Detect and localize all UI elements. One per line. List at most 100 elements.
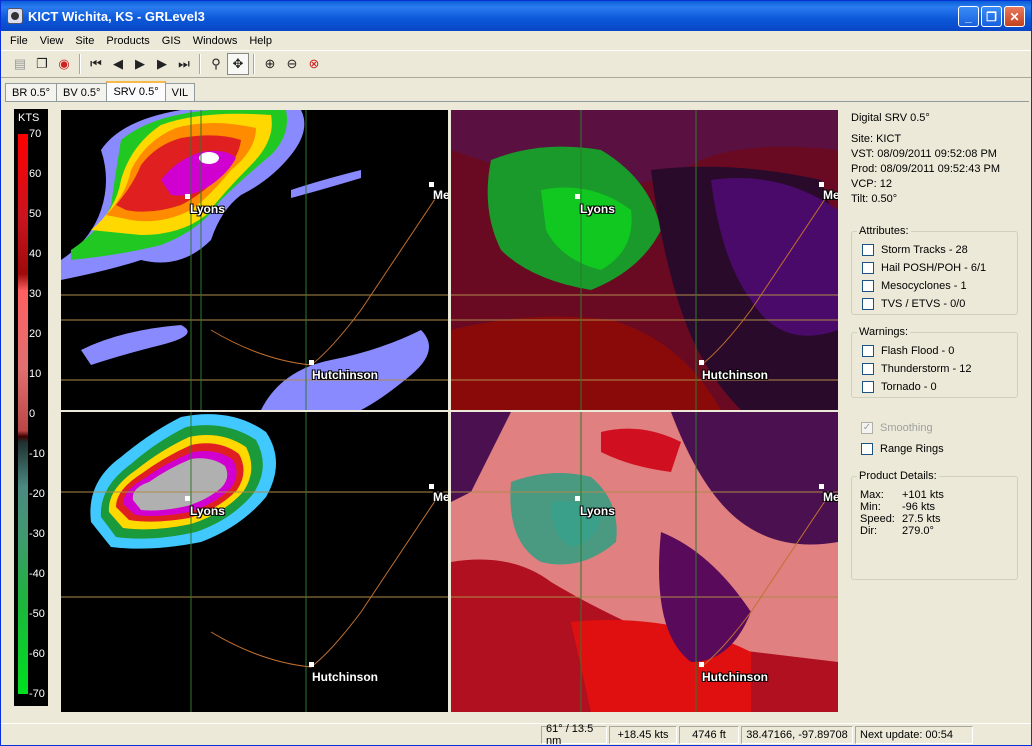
detail-speed: Speed: 27.5 kts [860, 513, 941, 525]
legend-tick: -60 [29, 648, 45, 660]
city-label-lyons: Lyons [580, 504, 615, 518]
tab-vil[interactable]: VIL [164, 83, 196, 101]
main-content: KTS 70 60 50 40 30 20 10 0 -10 -20 -30 -40 -50 -60 -70 [5, 101, 1029, 721]
hail-checkbox[interactable]: Hail POSH/POH - 6/1 [852, 259, 1017, 277]
city-label-hutchinson: Hutchinson [312, 368, 378, 382]
warnings-title: Warnings: [857, 326, 911, 338]
city-label-hutchinson: Hutchinson [702, 670, 768, 684]
checkbox-box[interactable] [861, 443, 873, 455]
tornado-checkbox[interactable]: Tornado - 0 [852, 378, 1017, 396]
city-label-lyons: Lyons [190, 504, 225, 518]
lyons-marker [185, 194, 190, 199]
detail-min: Min: -96 kts [860, 501, 936, 513]
menu-bar: File View Site Products GIS Windows Help [1, 31, 1031, 50]
info-tilt: Tilt: 0.50° [851, 193, 898, 205]
detail-max: Max: +101 kts [860, 489, 944, 501]
info-vcp: VCP: 12 [851, 178, 892, 190]
attributes-group: Attributes: Storm Tracks - 28 Hail POSH/… [851, 225, 1018, 315]
maximize-button[interactable]: ❐ [981, 6, 1002, 27]
tornado-label: Tornado - 0 [881, 381, 937, 393]
checkbox-box[interactable] [862, 244, 874, 256]
legend-tick: 50 [29, 208, 42, 220]
checkbox-box[interactable] [862, 381, 874, 393]
title-bar[interactable]: KICT Wichita, KS - GRLevel3 _ ❐ ✕ [1, 1, 1031, 31]
print-icon[interactable]: ▤ [9, 53, 31, 75]
menu-gis[interactable]: GIS [156, 35, 187, 47]
step-back-icon[interactable]: ◀ [107, 53, 129, 75]
range-rings-checkbox[interactable]: Range Rings [851, 440, 1018, 458]
checkbox-box[interactable] [862, 345, 874, 357]
pan-icon[interactable]: ✥ [227, 53, 249, 75]
storm-tracks-checkbox[interactable]: Storm Tracks - 28 [852, 241, 1017, 259]
step-forward-icon[interactable]: ▶ [151, 53, 173, 75]
zoom-icon[interactable]: ⚲ [205, 53, 227, 75]
menu-windows[interactable]: Windows [187, 35, 244, 47]
app-window: KICT Wichita, KS - GRLevel3 _ ❐ ✕ File V… [0, 0, 1032, 746]
info-prod: Prod: 08/09/2011 09:52:43 PM [851, 163, 1001, 175]
radar-panel-composite[interactable]: Lyons Hutchinson Me [61, 412, 448, 712]
menu-site[interactable]: Site [69, 35, 100, 47]
legend-tick: 70 [29, 128, 42, 140]
legend-tick: -70 [29, 688, 45, 700]
checkbox-box[interactable] [862, 262, 874, 274]
toolbar-separator [253, 54, 255, 74]
tab-br[interactable]: BR 0.5° [5, 83, 58, 101]
hutchinson-marker [699, 360, 704, 365]
flash-flood-checkbox[interactable]: Flash Flood - 0 [852, 342, 1017, 360]
city-label-lyons: Lyons [580, 202, 615, 216]
toolbar-separator [79, 54, 81, 74]
menu-products[interactable]: Products [100, 35, 155, 47]
checkbox-box[interactable] [862, 363, 874, 375]
zoom-out-icon[interactable]: ⊖ [281, 53, 303, 75]
product-details-title: Product Details: [857, 470, 939, 482]
city-label-me: Me [823, 490, 838, 504]
tab-bv[interactable]: BV 0.5° [56, 83, 108, 101]
me-marker [819, 182, 824, 187]
lyons-marker [185, 496, 190, 501]
thunderstorm-checkbox[interactable]: Thunderstorm - 12 [852, 360, 1017, 378]
legend-tick: -10 [29, 448, 45, 460]
legend-tick: -40 [29, 568, 45, 580]
checkbox-box[interactable]: ✓ [861, 422, 873, 434]
toolbar: ▤ ❐ ◉ ⏮ ◀ ▶ ▶ ⏭ ⚲ ✥ ⊕ ⊖ ⊗ [1, 50, 1031, 78]
menu-view[interactable]: View [34, 35, 70, 47]
last-frame-icon[interactable]: ⏭ [173, 53, 195, 75]
warnings-group: Warnings: Flash Flood - 0 Thunderstorm -… [851, 326, 1018, 398]
status-coords: 38.47166, -97.89708 [741, 725, 853, 744]
thunderstorm-label: Thunderstorm - 12 [881, 363, 972, 375]
checkbox-box[interactable] [862, 298, 874, 310]
zoom-in-icon[interactable]: ⊕ [259, 53, 281, 75]
product-tabs: BR 0.5° BV 0.5° SRV 0.5° VIL [5, 81, 196, 101]
radar-panel-velocity[interactable]: Lyons Hutchinson Me [451, 110, 838, 410]
me-marker [429, 182, 434, 187]
status-blank [1, 726, 539, 744]
zoom-reset-icon[interactable]: ⊗ [303, 53, 325, 75]
hail-label: Hail POSH/POH - 6/1 [881, 262, 987, 274]
product-info-panel: Digital SRV 0.5° Site: KICT VST: 08/09/2… [851, 112, 1026, 207]
close-button[interactable]: ✕ [1004, 6, 1025, 27]
city-label-me: Me [433, 188, 448, 202]
tvs-checkbox[interactable]: TVS / ETVS - 0/0 [852, 295, 1017, 313]
lyons-marker [575, 496, 580, 501]
radar-panel-srv[interactable]: Lyons Hutchinson Me [451, 412, 838, 712]
attributes-title: Attributes: [857, 225, 911, 237]
alert-icon[interactable]: ◉ [53, 53, 75, 75]
first-frame-icon[interactable]: ⏮ [85, 53, 107, 75]
flash-flood-label: Flash Flood - 0 [881, 345, 955, 357]
menu-file[interactable]: File [4, 35, 34, 47]
city-label-me: Me [823, 188, 838, 202]
radar-panel-reflectivity[interactable]: Lyons Hutchinson Me [61, 110, 448, 410]
mesocyclones-checkbox[interactable]: Mesocyclones - 1 [852, 277, 1017, 295]
play-icon[interactable]: ▶ [129, 53, 151, 75]
toolbar-separator [199, 54, 201, 74]
legend-tick: 60 [29, 168, 42, 180]
tab-srv[interactable]: SRV 0.5° [106, 81, 166, 101]
smoothing-checkbox[interactable]: ✓ Smoothing [851, 419, 1018, 437]
copy-icon[interactable]: ❐ [31, 53, 53, 75]
legend-tick: -30 [29, 528, 45, 540]
checkbox-box[interactable] [862, 280, 874, 292]
menu-help[interactable]: Help [243, 35, 278, 47]
minimize-button[interactable]: _ [958, 6, 979, 27]
mesocyclones-label: Mesocyclones - 1 [881, 280, 967, 292]
product-title: Digital SRV 0.5° [851, 112, 930, 124]
